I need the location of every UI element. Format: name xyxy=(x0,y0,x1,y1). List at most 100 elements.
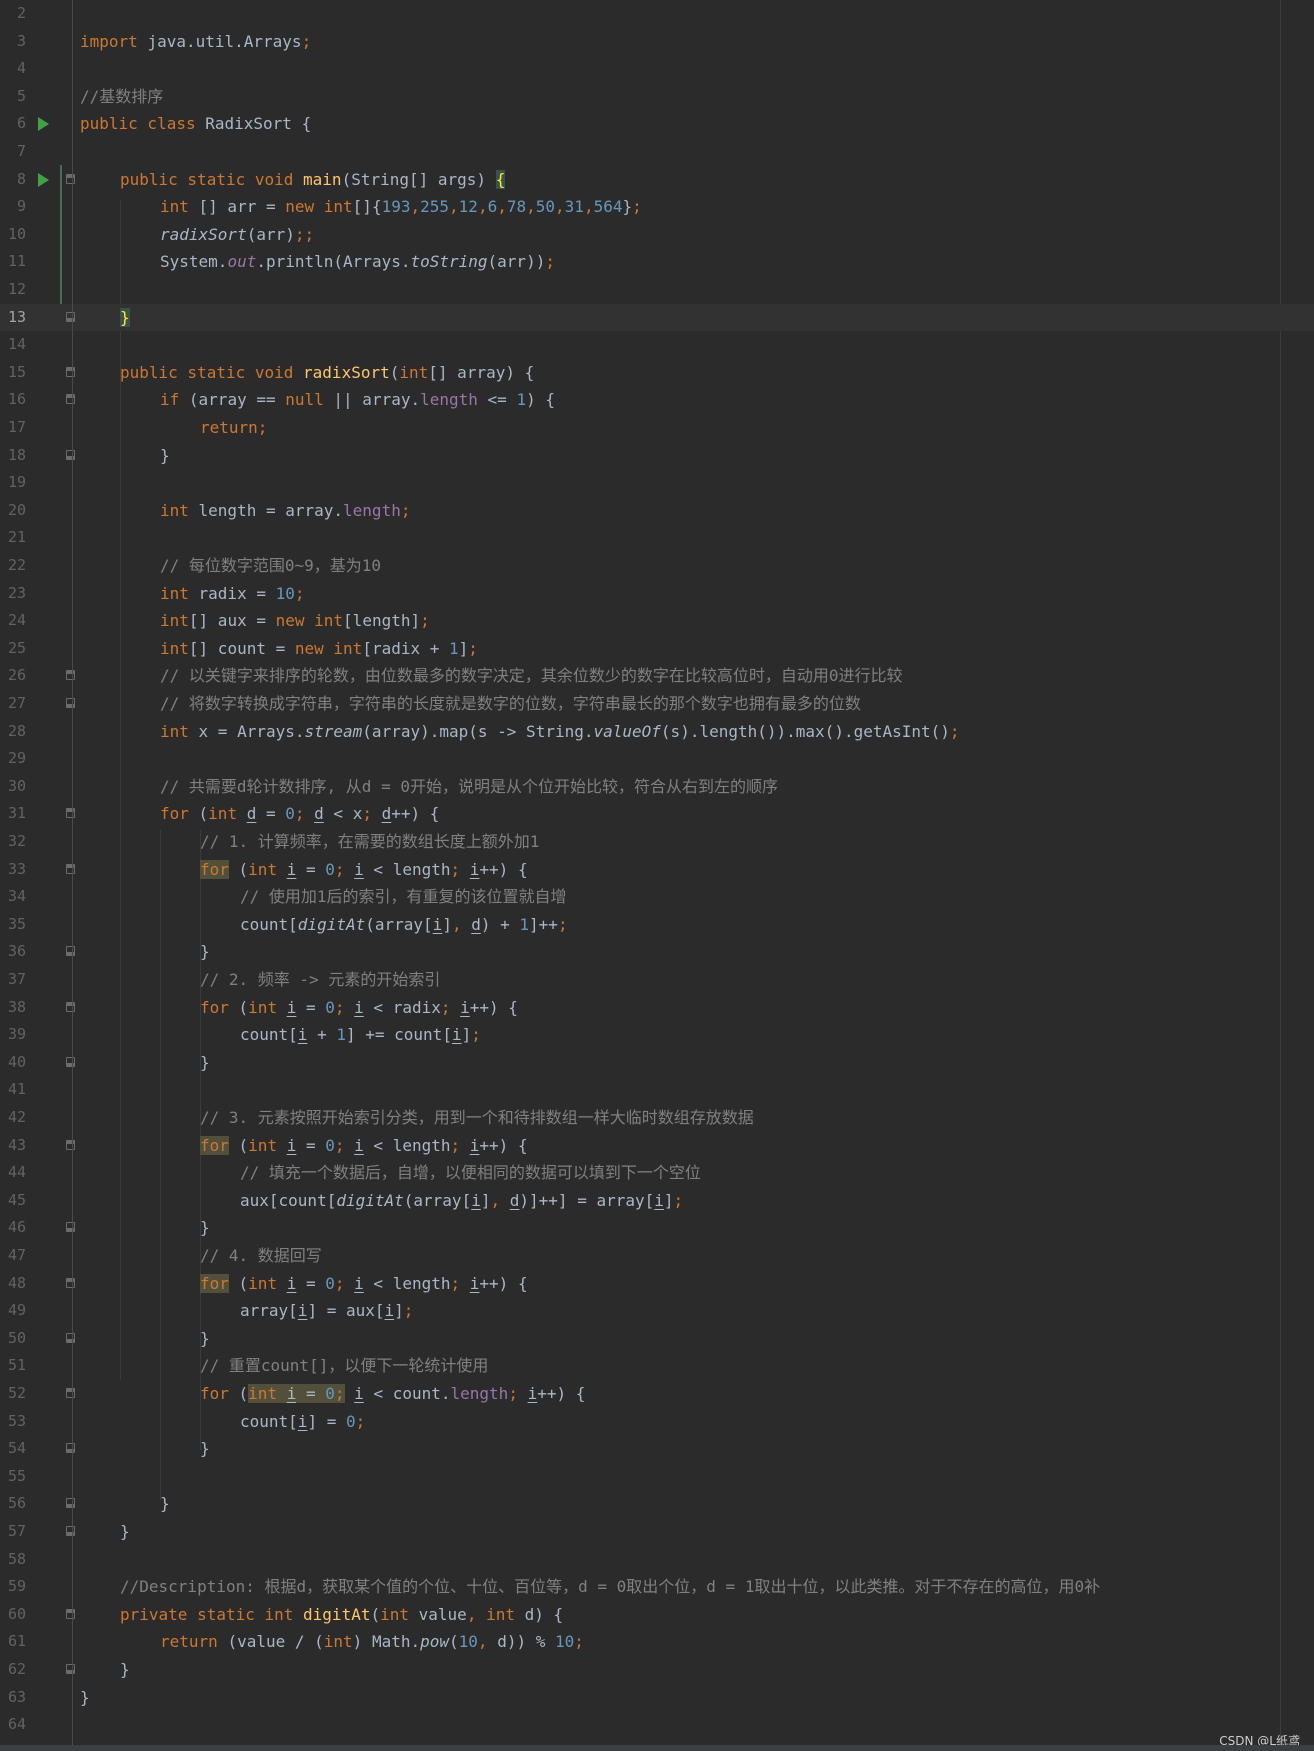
code-line[interactable]: 44 // 填充一个数据后，自增，以便相同的数据可以填到下一个空位 xyxy=(0,1159,1314,1187)
fold-marker-icon[interactable] xyxy=(66,670,75,681)
line-number[interactable]: 62 xyxy=(0,1656,26,1684)
line-number[interactable]: 8 xyxy=(0,166,26,194)
line-number[interactable]: 56 xyxy=(0,1490,26,1518)
line-number[interactable]: 11 xyxy=(0,248,26,276)
line-number[interactable]: 29 xyxy=(0,745,26,773)
line-number[interactable]: 61 xyxy=(0,1628,26,1656)
line-number[interactable]: 51 xyxy=(0,1352,26,1380)
line-number[interactable]: 3 xyxy=(0,28,26,56)
code-line[interactable]: 46} xyxy=(0,1214,1314,1242)
line-number[interactable]: 64 xyxy=(0,1711,26,1739)
code-line[interactable]: 28 int x = Arrays.stream(array).map(s -> … xyxy=(0,718,1314,746)
line-number[interactable]: 55 xyxy=(0,1463,26,1491)
line-number[interactable]: 37 xyxy=(0,966,26,994)
line-number[interactable]: 18 xyxy=(0,442,26,470)
code-line[interactable]: 31 for (int d = 0; d < x; d++) { xyxy=(0,800,1314,828)
fold-marker-icon[interactable] xyxy=(66,366,75,377)
code-line[interactable]: 37 // 2. 频率 -> 元素的开始索引 xyxy=(0,966,1314,994)
line-number[interactable]: 19 xyxy=(0,469,26,497)
code-line[interactable]: 27 // 将数字转换成字符串，字符串的长度就是数字的位数，字符串最长的那个数字也… xyxy=(0,690,1314,718)
line-number[interactable]: 60 xyxy=(0,1601,26,1629)
line-number[interactable]: 34 xyxy=(0,883,26,911)
run-gutter-icon[interactable] xyxy=(38,172,49,187)
code-line[interactable]: 47 // 4. 数据回写 xyxy=(0,1242,1314,1270)
code-line[interactable]: 14 xyxy=(0,331,1314,359)
line-number[interactable]: 4 xyxy=(0,55,26,83)
fold-marker-icon[interactable] xyxy=(66,1001,75,1012)
code-line[interactable]: 38 for (int i = 0; i < radix; i++) { xyxy=(0,994,1314,1022)
code-line[interactable]: 6 public class RadixSort { xyxy=(0,110,1314,138)
line-number[interactable]: 25 xyxy=(0,635,26,663)
line-number[interactable]: 42 xyxy=(0,1104,26,1132)
line-number[interactable]: 54 xyxy=(0,1435,26,1463)
code-line[interactable]: 21 xyxy=(0,524,1314,552)
code-line[interactable]: 61 return (value / (int) Math.pow(10, d))… xyxy=(0,1628,1314,1656)
code-line[interactable]: 39 count[i + 1] += count[i]; xyxy=(0,1021,1314,1049)
run-gutter-icon[interactable] xyxy=(38,117,49,132)
code-line[interactable]: 60 private static int digitAt(int value, … xyxy=(0,1601,1314,1629)
code-line[interactable]: 24 int[] aux = new int[length]; xyxy=(0,607,1314,635)
code-line[interactable]: 53 count[i] = 0; xyxy=(0,1408,1314,1436)
code-line[interactable]: 25 int[] count = new int[radix + 1]; xyxy=(0,635,1314,663)
line-number[interactable]: 23 xyxy=(0,580,26,608)
code-line[interactable]: 33 for (int i = 0; i < length; i++) { xyxy=(0,856,1314,884)
fold-marker-icon[interactable] xyxy=(66,1498,75,1509)
code-line[interactable]: 35 count[digitAt(array[i], d) + 1]++; xyxy=(0,911,1314,939)
fold-marker-icon[interactable] xyxy=(66,863,75,874)
line-number[interactable]: 53 xyxy=(0,1408,26,1436)
code-line[interactable]: 16 if (array == null || array.length <= 1… xyxy=(0,386,1314,414)
code-line[interactable]: 12 xyxy=(0,276,1314,304)
line-number[interactable]: 44 xyxy=(0,1159,26,1187)
line-number[interactable]: 52 xyxy=(0,1380,26,1408)
code-line[interactable]: 57} xyxy=(0,1518,1314,1546)
line-number[interactable]: 21 xyxy=(0,524,26,552)
line-number[interactable]: 27 xyxy=(0,690,26,718)
code-line[interactable]: 36} xyxy=(0,938,1314,966)
code-line[interactable]: 19 xyxy=(0,469,1314,497)
fold-marker-icon[interactable] xyxy=(66,394,75,405)
line-number[interactable]: 48 xyxy=(0,1270,26,1298)
line-number[interactable]: 20 xyxy=(0,497,26,525)
line-number[interactable]: 31 xyxy=(0,800,26,828)
code-line[interactable]: 59 //Description: 根据d，获取某个值的个位、十位、百位等，d =… xyxy=(0,1573,1314,1601)
line-number[interactable]: 17 xyxy=(0,414,26,442)
code-line[interactable]: 32 // 1. 计算频率，在需要的数组长度上额外加1 xyxy=(0,828,1314,856)
code-line[interactable]: 22 // 每位数字范围0~9，基为10 xyxy=(0,552,1314,580)
code-line[interactable]: 52 for (int i = 0; i < count.length; i++)… xyxy=(0,1380,1314,1408)
code-line[interactable]: 2 xyxy=(0,0,1314,28)
line-number[interactable]: 47 xyxy=(0,1242,26,1270)
code-line[interactable]: 55 xyxy=(0,1463,1314,1491)
code-line[interactable]: 11 System.out.println(Arrays.toString(arr… xyxy=(0,248,1314,276)
code-line[interactable]: 4 xyxy=(0,55,1314,83)
code-line[interactable]: 54} xyxy=(0,1435,1314,1463)
line-number[interactable]: 15 xyxy=(0,359,26,387)
fold-marker-icon[interactable] xyxy=(66,1443,75,1454)
code-line[interactable]: 20 int length = array.length; xyxy=(0,497,1314,525)
line-number[interactable]: 40 xyxy=(0,1049,26,1077)
code-line[interactable]: 9 int [] arr = new int[]{193,255,12,6,78,… xyxy=(0,193,1314,221)
code-line[interactable]: 18} xyxy=(0,442,1314,470)
line-number[interactable]: 16 xyxy=(0,386,26,414)
line-number[interactable]: 22 xyxy=(0,552,26,580)
fold-marker-icon[interactable] xyxy=(66,1056,75,1067)
fold-marker-icon[interactable] xyxy=(66,173,75,184)
line-number[interactable]: 36 xyxy=(0,938,26,966)
horizontal-scrollbar[interactable] xyxy=(0,1745,1314,1751)
code-line[interactable]: 56} xyxy=(0,1490,1314,1518)
fold-marker-icon[interactable] xyxy=(66,1388,75,1398)
line-number[interactable]: 43 xyxy=(0,1132,26,1160)
code-line[interactable]: 51 // 重置count[]，以便下一轮统计使用 xyxy=(0,1352,1314,1380)
code-editor[interactable]: 2 3 import java.util.Arrays; 4 5 //基数排序 6 publi… xyxy=(0,0,1314,1751)
fold-marker-icon[interactable] xyxy=(66,1526,75,1536)
fold-marker-icon[interactable] xyxy=(66,1222,75,1233)
code-line[interactable]: 29 xyxy=(0,745,1314,773)
line-number[interactable]: 13 xyxy=(0,304,26,332)
line-number[interactable]: 26 xyxy=(0,662,26,690)
code-line[interactable]: 23 int radix = 10; xyxy=(0,580,1314,608)
code-line[interactable]: 58 xyxy=(0,1546,1314,1574)
code-line[interactable]: 15 public static void radixSort(int[] arr… xyxy=(0,359,1314,387)
line-number[interactable]: 12 xyxy=(0,276,26,304)
line-number[interactable]: 57 xyxy=(0,1518,26,1546)
line-number[interactable]: 33 xyxy=(0,856,26,884)
line-number[interactable]: 5 xyxy=(0,83,26,111)
